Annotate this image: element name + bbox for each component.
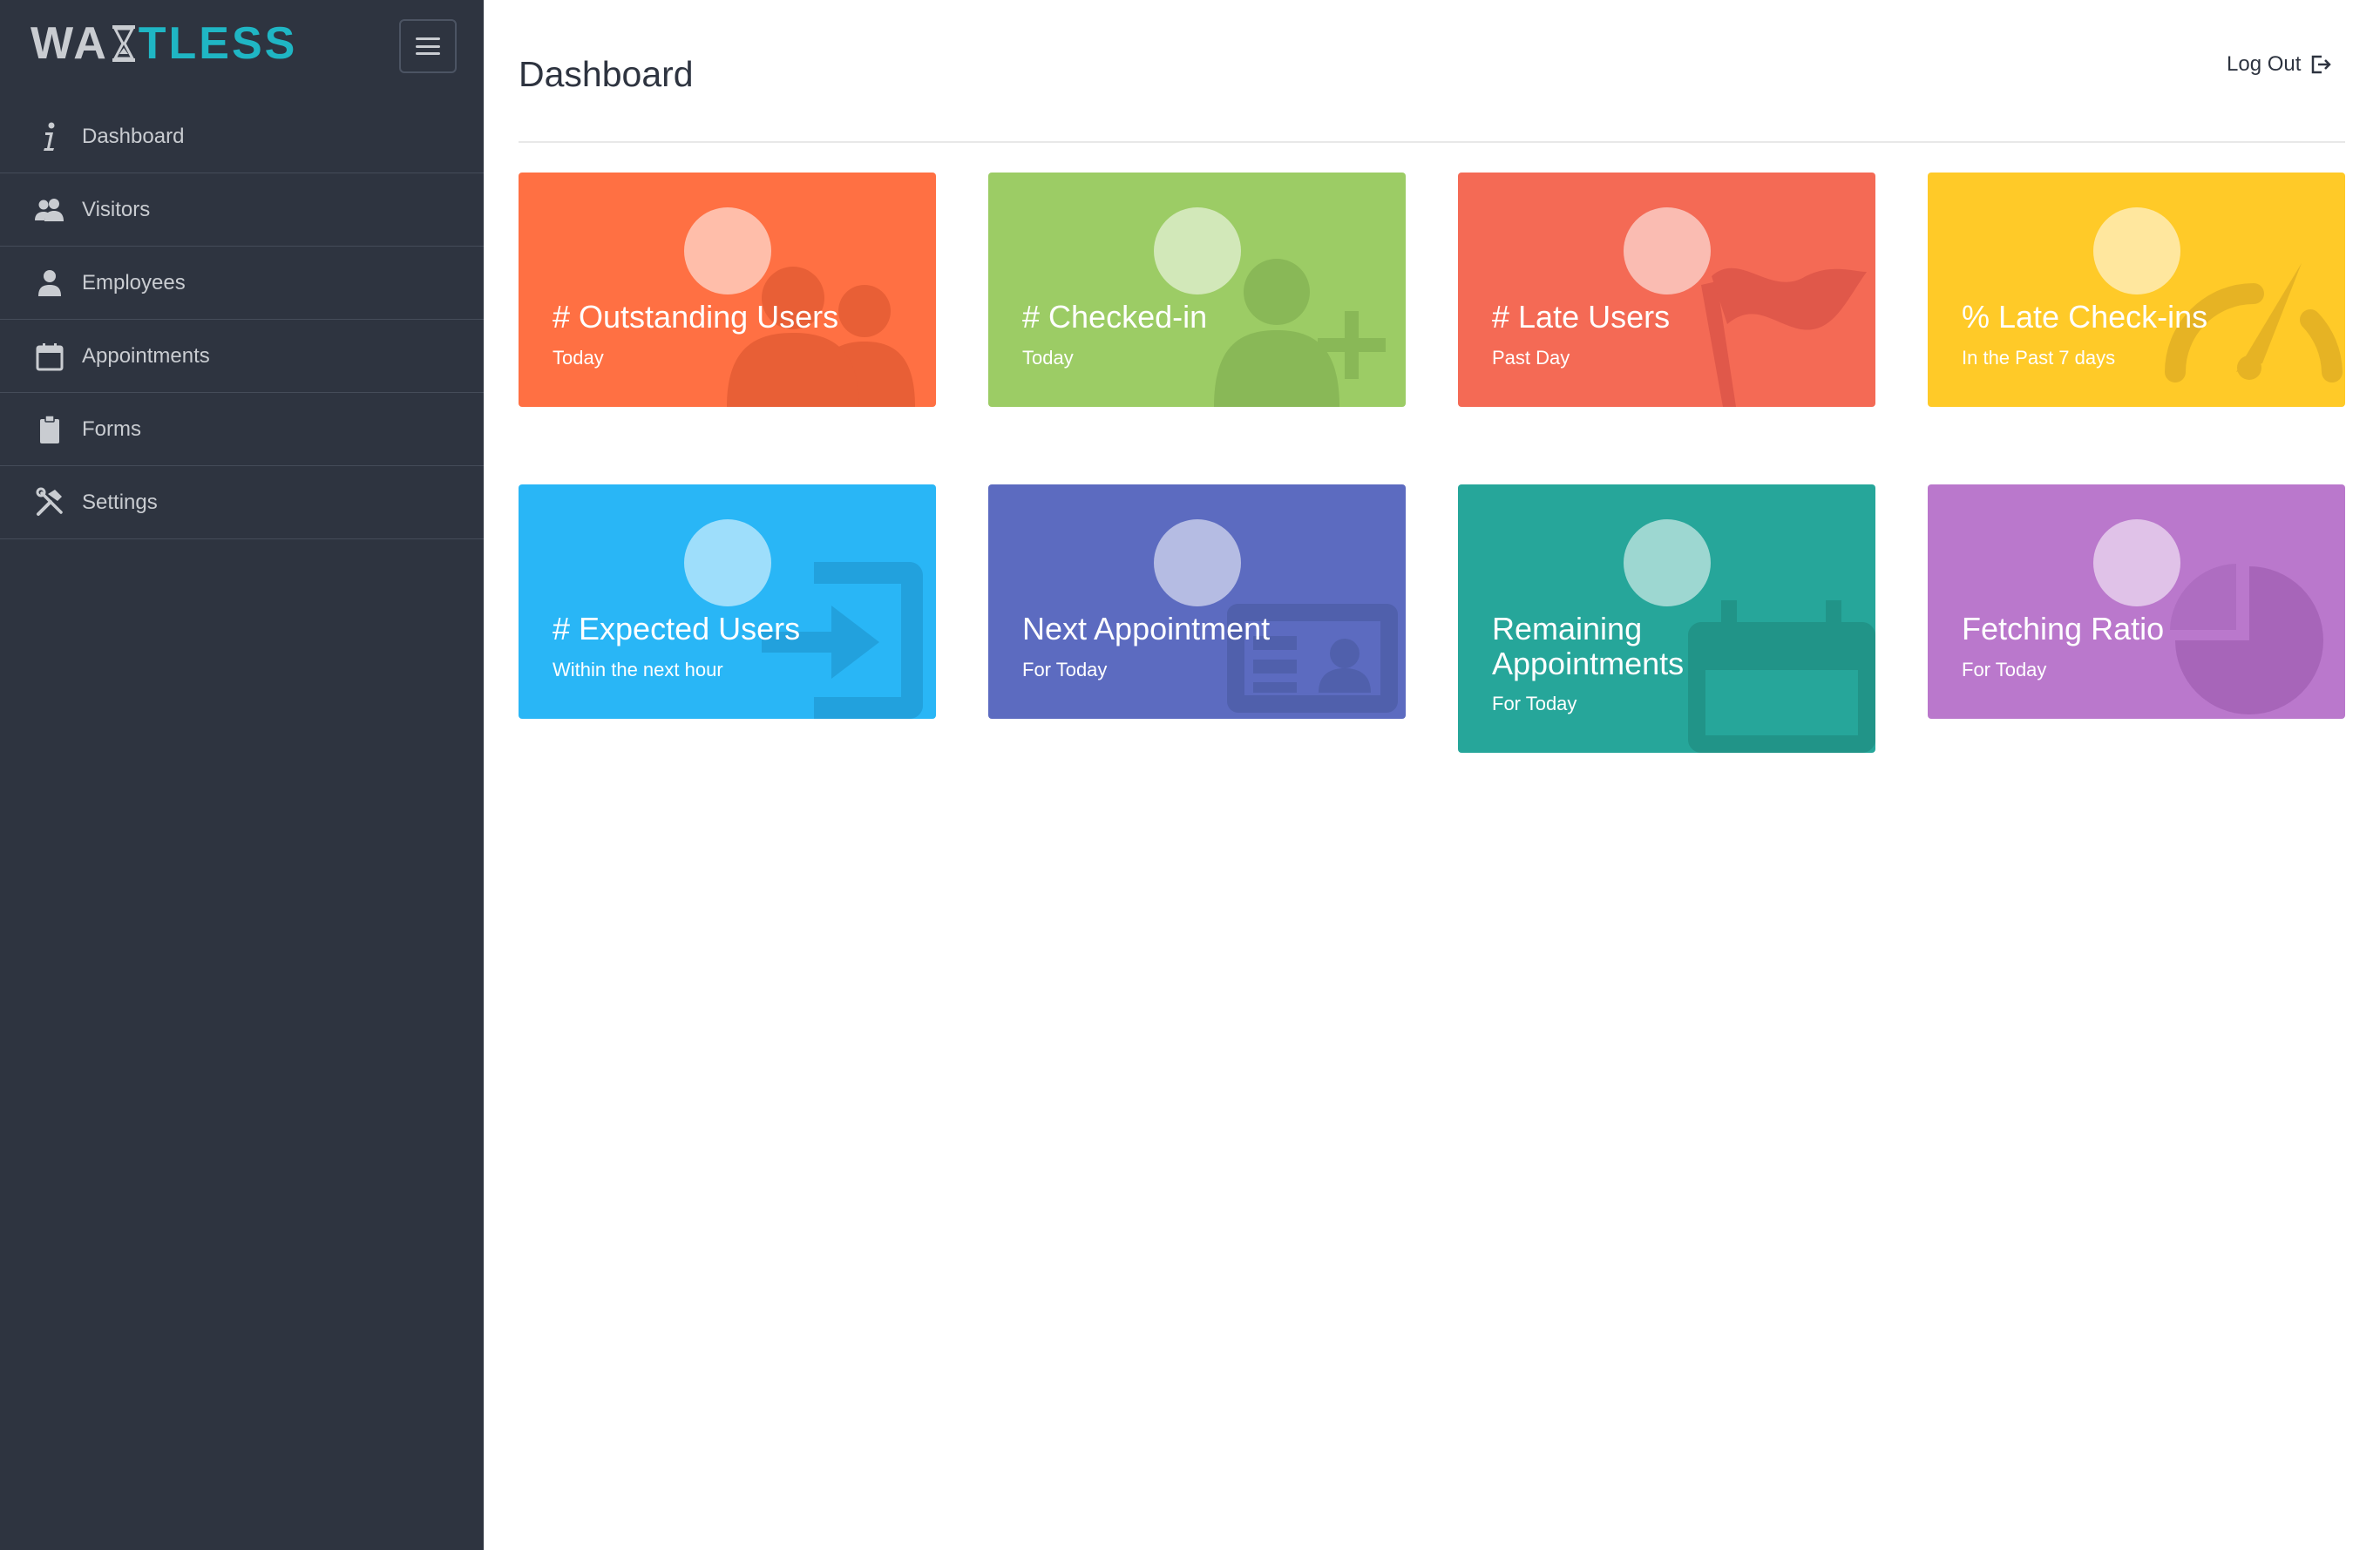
sign-out-icon <box>2312 55 2332 74</box>
card-subtitle: For Today <box>1492 693 1577 714</box>
card-outstanding-users[interactable]: # Outstanding Users Today <box>519 173 936 407</box>
logo-text-part2: TLESS <box>138 18 298 69</box>
sidebar: WA TLESS Dashboard Visitors Employees Ap… <box>0 0 484 1550</box>
page-title: Dashboard <box>519 54 694 94</box>
card-circle <box>1154 207 1241 294</box>
card-subtitle: Today <box>1022 347 1074 369</box>
card-expected-users[interactable]: # Expected Users Within the next hour <box>519 484 936 719</box>
card-subtitle: For Today <box>1962 659 2047 680</box>
card-title: Fetching Ratio <box>1962 611 2165 646</box>
sidebar-item-label: Visitors <box>82 197 151 221</box>
hourglass-icon <box>112 25 135 62</box>
sidebar-item-settings[interactable]: Settings <box>0 466 484 539</box>
card-title: # Outstanding Users <box>553 299 839 335</box>
card-circle <box>684 207 771 294</box>
card-circle <box>1624 519 1711 606</box>
header-divider <box>519 141 2345 143</box>
tools-icon <box>36 487 63 516</box>
sidebar-nav: Dashboard Visitors Employees Appointment… <box>0 100 484 539</box>
card-subtitle: Past Day <box>1492 347 1570 369</box>
sidebar-item-label: Appointments <box>82 343 210 368</box>
logo-text-part1: WA <box>31 18 109 69</box>
sidebar-item-dashboard[interactable]: Dashboard <box>0 100 484 173</box>
card-title: # Expected Users <box>553 611 801 646</box>
card-next-appointment[interactable]: Next Appointment For Today <box>988 484 1406 719</box>
card-subtitle: In the Past 7 days <box>1962 347 2116 369</box>
sidebar-item-visitors[interactable]: Visitors <box>0 173 484 247</box>
card-late-users[interactable]: # Late Users Past Day <box>1458 173 1875 407</box>
card-subtitle: Today <box>553 347 604 369</box>
users-icon <box>35 198 64 221</box>
card-title: % Late Check-ins <box>1962 299 2208 335</box>
card-subtitle: Within the next hour <box>553 659 723 680</box>
sidebar-item-label: Dashboard <box>82 124 185 148</box>
card-title: # Late Users <box>1492 299 1671 335</box>
card-circle <box>2093 519 2180 606</box>
card-title: # Checked-in <box>1022 299 1208 335</box>
logout-label: Log Out <box>2227 52 2302 76</box>
info-icon <box>44 122 55 151</box>
card-circle <box>1624 207 1711 294</box>
logout-button[interactable]: Log Out <box>2227 52 2332 77</box>
card-checked-in[interactable]: # Checked-in Today <box>988 173 1406 407</box>
sidebar-item-label: Settings <box>82 490 158 514</box>
menu-toggle-button[interactable] <box>399 19 457 73</box>
card-subtitle: For Today <box>1022 659 1108 680</box>
card-circle <box>2093 207 2180 294</box>
sidebar-item-employees[interactable]: Employees <box>0 247 484 320</box>
hamburger-icon <box>416 37 440 55</box>
card-late-check-ins[interactable]: % Late Check-ins In the Past 7 days <box>1928 173 2345 407</box>
card-circle <box>1154 519 1241 606</box>
clipboard-icon <box>40 414 59 443</box>
user-icon <box>38 269 61 296</box>
card-circle <box>684 519 771 606</box>
card-fetching-ratio[interactable]: Fetching Ratio For Today <box>1928 484 2345 719</box>
sidebar-item-appointments[interactable]: Appointments <box>0 320 484 393</box>
sidebar-item-forms[interactable]: Forms <box>0 393 484 466</box>
card-title: Remaining Appointments <box>1492 611 1685 681</box>
app-logo[interactable]: WA TLESS <box>31 18 298 69</box>
sidebar-item-label: Forms <box>82 416 141 441</box>
card-remaining-appointments[interactable]: Remaining Appointments For Today <box>1458 484 1875 753</box>
sidebar-item-label: Employees <box>82 270 186 294</box>
calendar-icon <box>36 342 64 370</box>
card-title: Next Appointment <box>1022 611 1271 646</box>
